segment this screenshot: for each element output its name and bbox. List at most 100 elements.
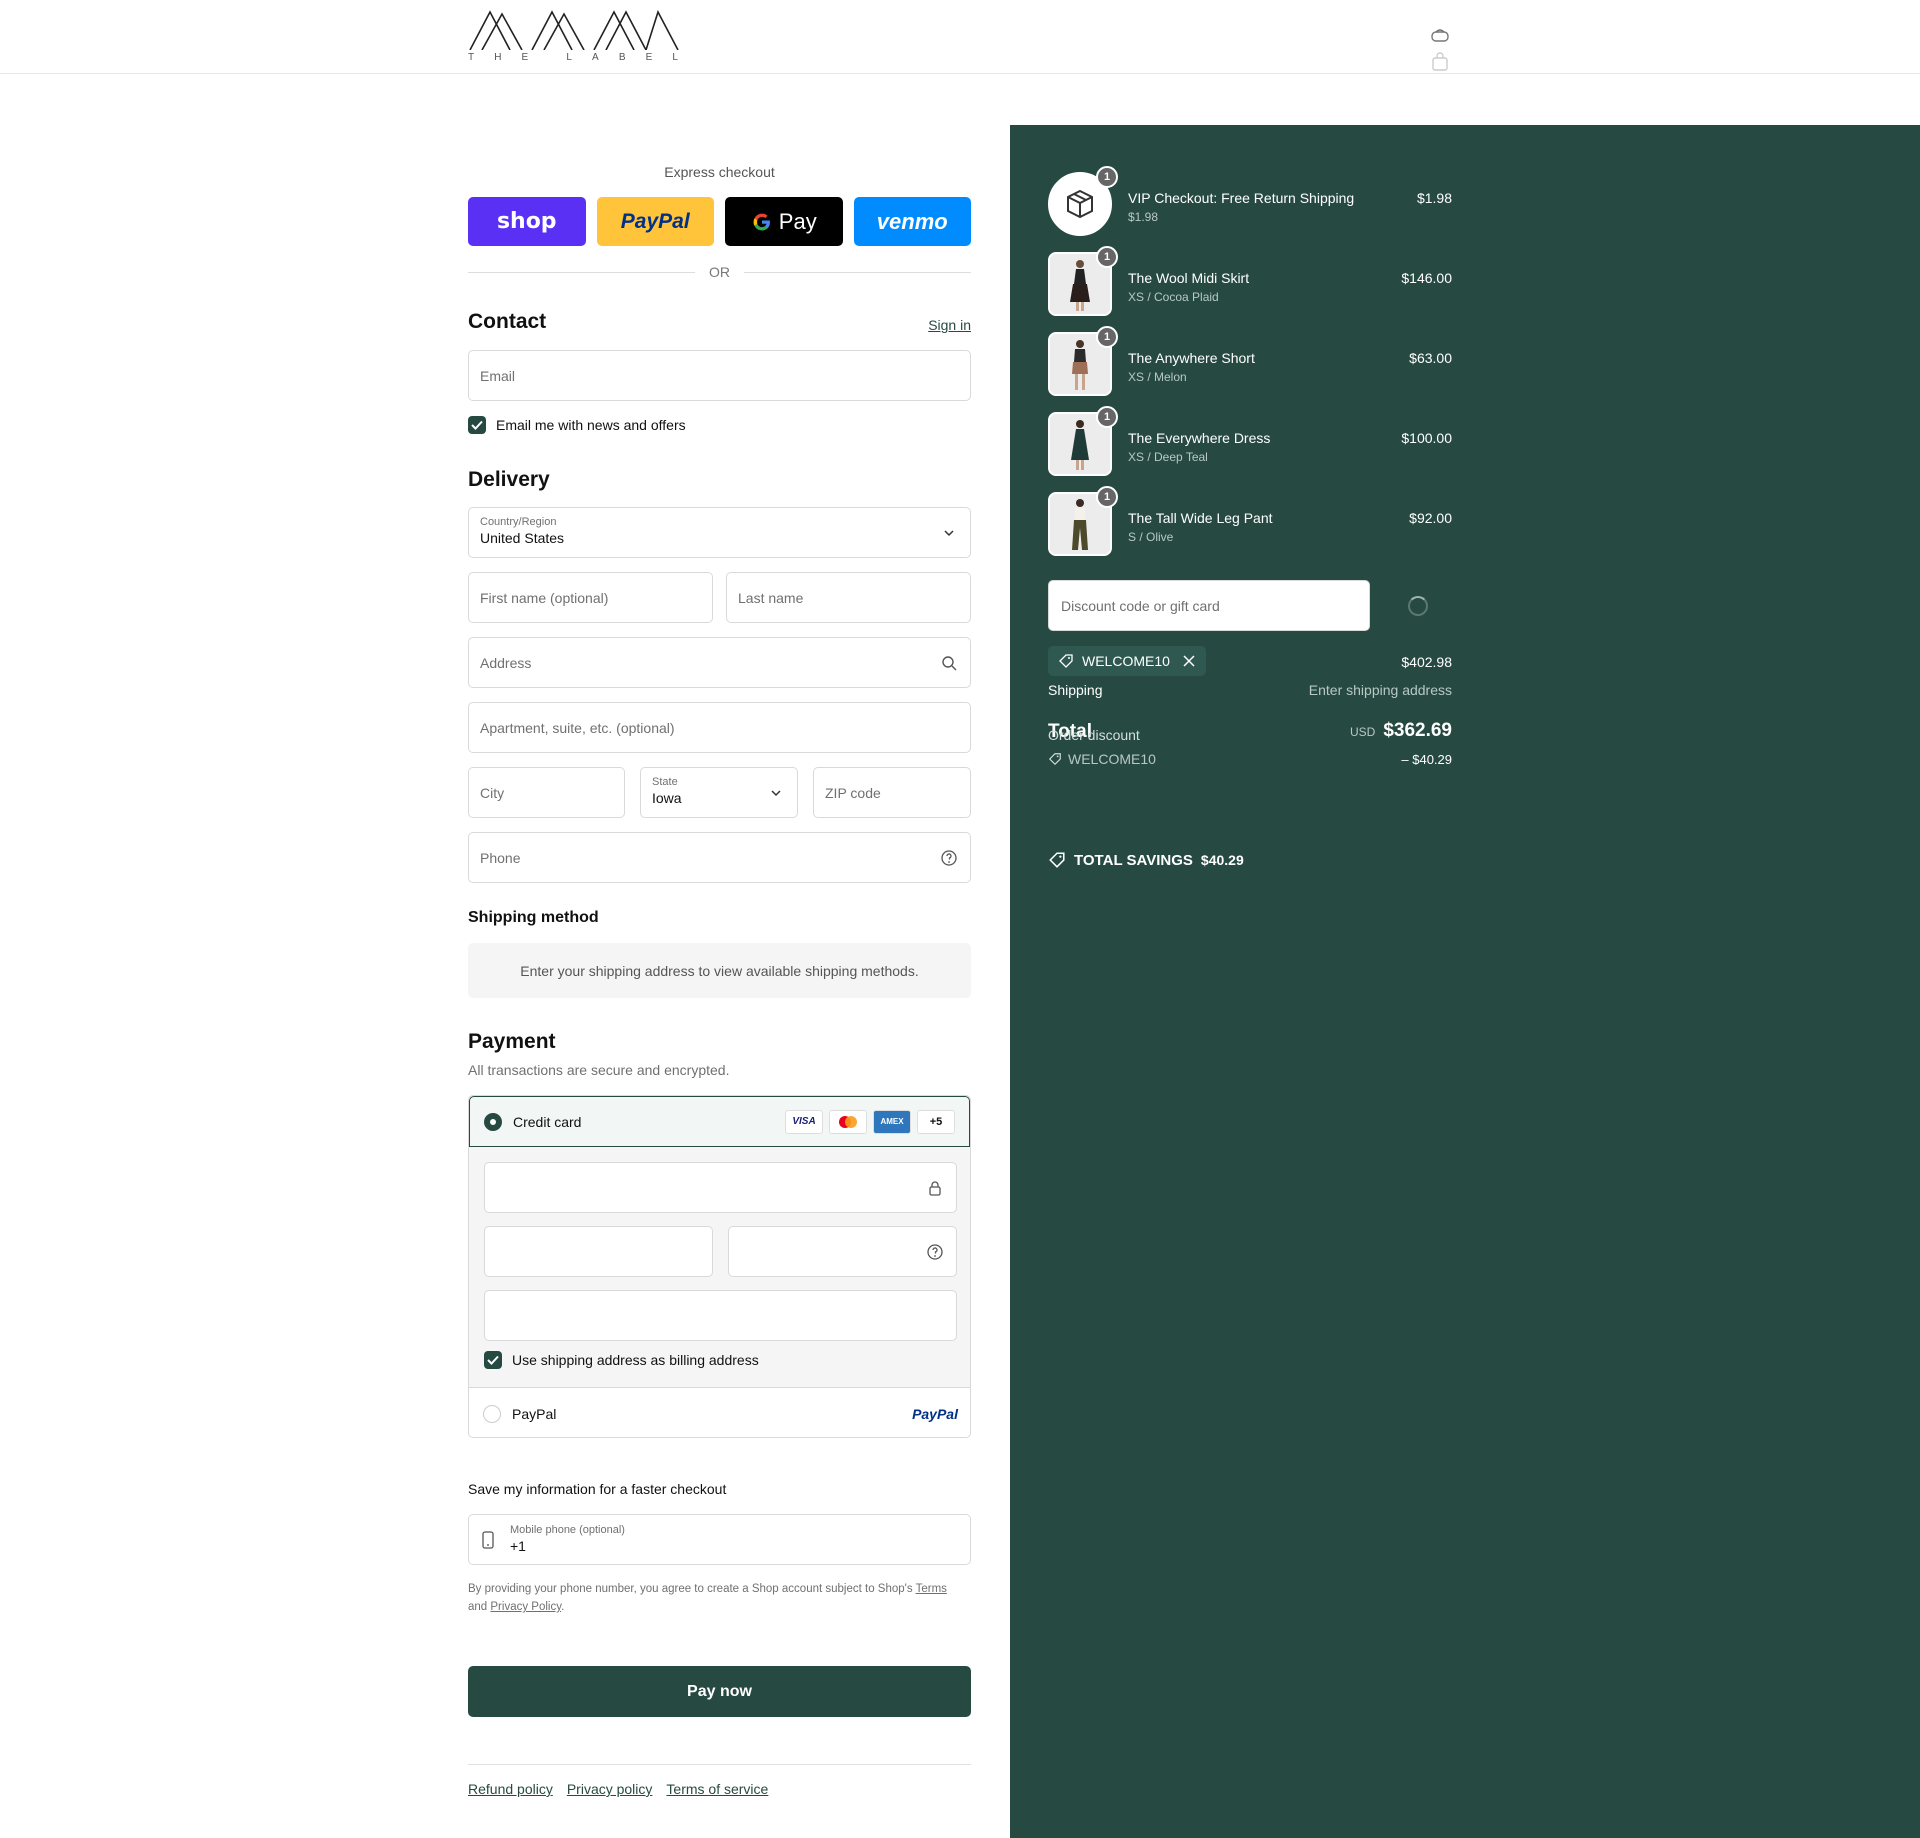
discount-code-input[interactable]: Discount code or gift card (1048, 580, 1370, 631)
item-name: The Wool Midi Skirt (1128, 270, 1250, 286)
shipping-method-notice: Enter your shipping address to view avai… (468, 943, 971, 998)
applied-discount-chip: WELCOME10 (1048, 646, 1206, 676)
line-item: 1 The Anywhere Short XS / Melon $63.00 (1048, 326, 1452, 398)
item-name: VIP Checkout: Free Return Shipping (1128, 190, 1355, 206)
card-name-field[interactable] (484, 1290, 957, 1341)
brand-logo[interactable]: THELABEL (468, 10, 680, 106)
order-discount-label: Order discount (1048, 727, 1140, 743)
billing-same-option[interactable]: Use shipping address as billing address (484, 1351, 759, 1369)
address-field[interactable]: Address (468, 637, 971, 688)
logo-mark-icon (469, 10, 679, 50)
country-select[interactable]: Country/Region United States (468, 507, 971, 558)
total-amount: USD $362.69 (1350, 720, 1452, 742)
google-pay-button[interactable]: Pay (725, 197, 843, 246)
express-checkout-buttons: shop PayPal Pay venmo (468, 197, 971, 246)
total-value: $362.69 (1383, 720, 1452, 741)
zip-field[interactable]: ZIP code (813, 767, 971, 818)
privacy-link[interactable]: Privacy Policy (490, 1601, 561, 1613)
footer-divider (468, 1764, 971, 1765)
quantity-badge: 1 (1096, 326, 1118, 348)
venmo-button[interactable]: venmo (853, 197, 971, 246)
item-variant: XS / Deep Teal (1128, 450, 1208, 464)
close-icon[interactable] (1182, 654, 1196, 668)
credit-card-radio[interactable] (484, 1112, 502, 1131)
contact-heading: Contact (468, 310, 547, 333)
paypal-radio[interactable] (483, 1404, 501, 1423)
credit-card-form: Use shipping address as billing address (469, 1147, 970, 1388)
first-name-field[interactable]: First name (optional) (468, 572, 713, 623)
credit-card-option[interactable]: Credit card VISA AMEX +5 (469, 1096, 970, 1147)
paypal-logo: PayPal (912, 1405, 958, 1422)
header: THELABEL (0, 0, 1920, 74)
pay-now-button[interactable]: Pay now (468, 1666, 971, 1717)
item-price: $1.98 (1416, 190, 1452, 206)
line-item: 1 VIP Checkout: Free Return Shipping $1.… (1048, 166, 1452, 238)
bag-icon[interactable] (1430, 52, 1450, 72)
lock-icon (929, 1181, 941, 1196)
newsletter-checkbox[interactable] (468, 416, 486, 434)
logo-wordmark: THELABEL (468, 52, 680, 63)
item-variant: $1.98 (1128, 210, 1159, 224)
terms-link[interactable]: Terms (916, 1583, 947, 1595)
item-price: $92.00 (1409, 510, 1452, 526)
payment-heading: Payment (468, 1030, 556, 1053)
billing-same-checkbox[interactable] (484, 1351, 502, 1369)
payment-methods: Credit card VISA AMEX +5 Use shipping ad… (468, 1095, 971, 1438)
last-name-field[interactable]: Last name (726, 572, 971, 623)
mobile-phone-icon (482, 1531, 494, 1549)
quantity-badge: 1 (1096, 166, 1118, 188)
city-field[interactable]: City (468, 767, 625, 818)
sign-in-link[interactable]: Sign in (928, 317, 971, 333)
help-icon[interactable] (926, 1243, 944, 1261)
newsletter-option[interactable]: Email me with news and offers (468, 416, 686, 434)
package-icon (1067, 189, 1093, 219)
quantity-badge: 1 (1096, 246, 1118, 268)
terms-of-service-link[interactable]: Terms of service (666, 1781, 768, 1797)
tag-icon (1059, 654, 1073, 668)
item-variant: XS / Melon (1128, 370, 1187, 384)
privacy-policy-link[interactable]: Privacy policy (567, 1781, 653, 1797)
state-select[interactable]: State Iowa (640, 767, 798, 818)
shop-disclaimer: By providing your phone number, you agre… (468, 1583, 947, 1613)
shipping-value: Enter shipping address (1308, 682, 1452, 698)
card-expiry-field[interactable] (484, 1226, 713, 1277)
apartment-field[interactable]: Apartment, suite, etc. (optional) (468, 702, 971, 753)
total-savings: TOTAL SAVINGS $40.29 (1048, 851, 1244, 869)
email-field[interactable]: Email (468, 350, 971, 401)
card-cvv-field[interactable] (728, 1226, 957, 1277)
card-brands: VISA AMEX +5 (785, 1109, 955, 1134)
currency-code: USD (1349, 725, 1376, 739)
check-icon (487, 1355, 499, 1365)
tag-icon (1048, 753, 1061, 766)
card-number-field[interactable] (484, 1162, 957, 1213)
save-info-title: Save my information for a faster checkou… (468, 1481, 727, 1497)
express-checkout-title: Express checkout (664, 164, 775, 180)
item-name: The Everywhere Dress (1128, 430, 1271, 446)
payment-subtitle: All transactions are secure and encrypte… (468, 1062, 730, 1078)
amex-icon: AMEX (873, 1109, 911, 1134)
paypal-button[interactable]: PayPal (596, 197, 714, 246)
google-g-icon (753, 213, 770, 230)
chevron-down-icon (944, 530, 954, 537)
delivery-heading: Delivery (468, 468, 550, 491)
shipping-label: Shipping (1048, 682, 1103, 698)
refund-policy-link[interactable]: Refund policy (468, 1781, 553, 1797)
mobile-phone-field[interactable]: Mobile phone (optional) +1 (468, 1514, 971, 1565)
line-item: 1 The Wool Midi Skirt XS / Cocoa Plaid $… (1048, 246, 1452, 318)
shop-pay-button[interactable]: shop (468, 197, 586, 246)
paypal-option[interactable]: PayPal PayPal (469, 1388, 970, 1437)
discount-value: – $40.29 (1401, 752, 1452, 767)
item-name: The Anywhere Short (1128, 350, 1255, 366)
search-icon (942, 656, 957, 671)
google-pay-label: Pay (778, 208, 817, 234)
item-price: $63.00 (1409, 350, 1452, 366)
help-icon[interactable] (940, 849, 958, 867)
shop-pay-icon[interactable] (1430, 28, 1450, 48)
item-price: $100.00 (1401, 430, 1452, 446)
check-icon (471, 420, 483, 430)
item-variant: XS / Cocoa Plaid (1128, 290, 1219, 304)
quantity-badge: 1 (1096, 406, 1118, 428)
phone-field[interactable]: Phone (468, 832, 971, 883)
loading-spinner-icon (1408, 596, 1428, 616)
or-divider: OR (468, 264, 971, 280)
